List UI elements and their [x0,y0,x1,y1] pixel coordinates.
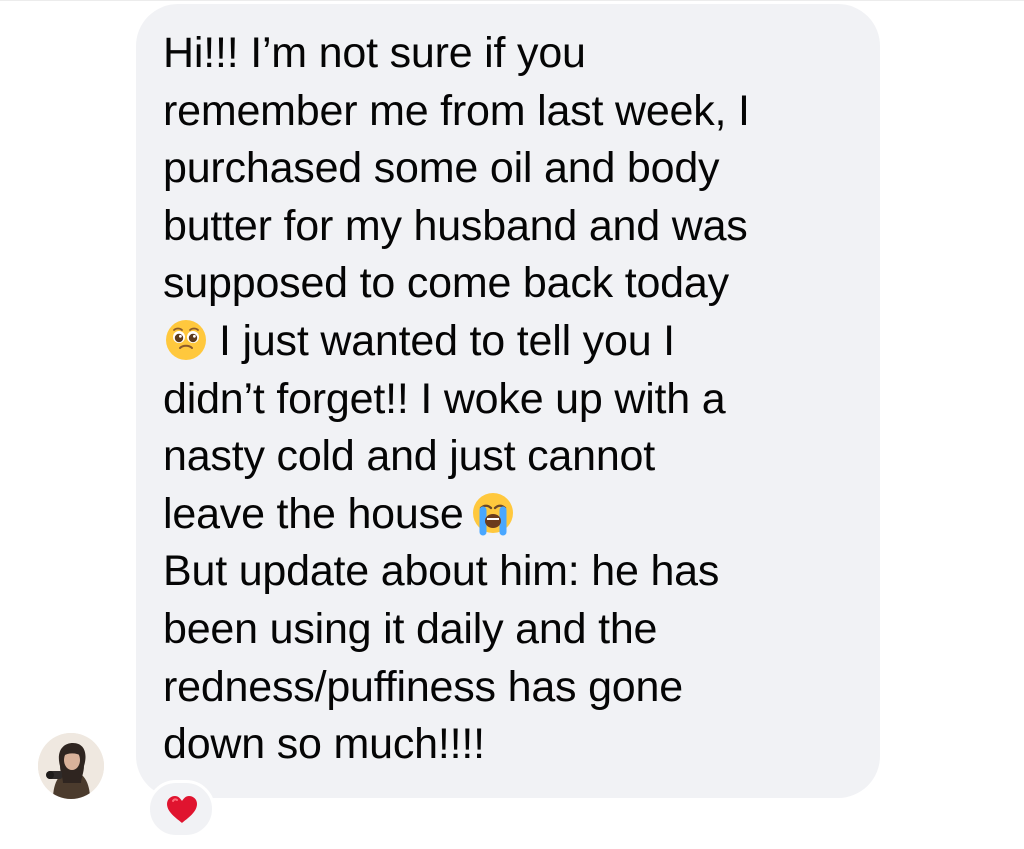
message-text: Hi!!! I’m not sure if you remember me fr… [163,25,870,774]
message-line-2: remember me from last week, I [163,86,750,135]
message-line-11: been using it daily and the [163,604,658,653]
avatar-image [38,733,104,799]
incoming-message-row: Hi!!! I’m not sure if you remember me fr… [0,0,1024,849]
message-line-1: Hi!!! I’m not sure if you [163,29,586,77]
loudly-crying-face-emoji [470,490,516,536]
pleading-face-emoji [163,317,209,363]
message-line-3: purchased some oil and body [163,144,720,193]
message-line-5: supposed to come back today [163,259,729,308]
message-line-4: butter for my husband and was [163,201,748,250]
message-line-13: down so much!!!! [163,720,485,769]
message-line-8: nasty cold and just cannot [163,432,656,481]
message-line-7: didn’t forget!! I woke up with a [163,374,726,423]
message-reaction[interactable] [147,780,215,838]
message-line-9: leave the house [163,489,464,538]
red-heart-icon [165,794,199,824]
message-line-10: But update about him: he has [163,547,720,596]
message-bubble[interactable]: Hi!!! I’m not sure if you remember me fr… [136,4,880,798]
message-line-6: I just wanted to tell you I [219,316,675,365]
sender-avatar[interactable] [38,733,104,799]
message-line-12: redness/puffiness has gone [163,662,683,711]
